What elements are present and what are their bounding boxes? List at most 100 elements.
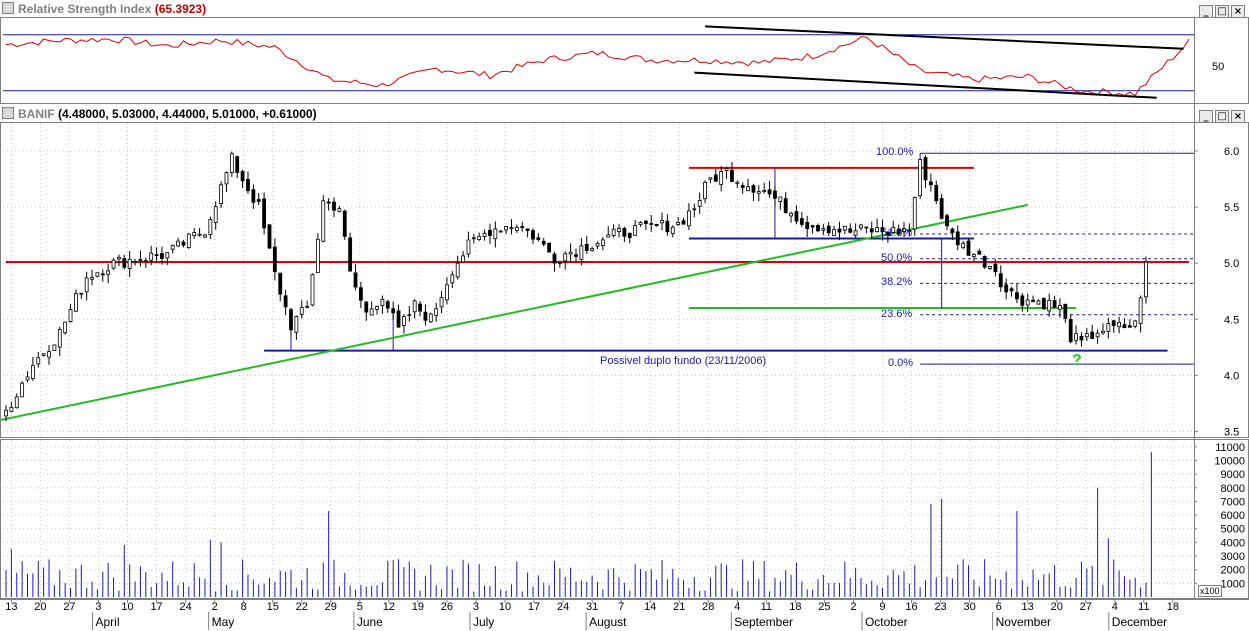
- candle-body: [665, 220, 670, 233]
- candle-body: [1111, 320, 1116, 327]
- candle-body: [1074, 333, 1078, 341]
- candle-body: [848, 228, 853, 233]
- candle-body: [235, 156, 240, 173]
- candle-body: [25, 376, 30, 381]
- x-tick-label: 9: [879, 601, 885, 613]
- candle-body: [466, 239, 471, 255]
- candle-body: [660, 219, 664, 224]
- rsi-plot: [3, 25, 1194, 99]
- x-tick-label: 6: [996, 601, 1002, 613]
- candle-body: [402, 316, 406, 326]
- month-label: April: [95, 615, 119, 629]
- price-plot: [0, 151, 1194, 422]
- x-tick-label: 23: [934, 601, 946, 613]
- candle-body: [267, 224, 272, 249]
- candle-body: [127, 258, 132, 269]
- candle-body: [348, 237, 353, 272]
- candle-body: [1095, 332, 1100, 338]
- candle-body: [219, 184, 223, 204]
- candle-body: [423, 311, 428, 321]
- candle-body: [332, 201, 336, 211]
- volume-y-label: 9000: [1221, 469, 1245, 481]
- candle-body: [63, 321, 68, 334]
- x-tick-label: 22: [296, 601, 308, 613]
- candle-body: [509, 227, 514, 230]
- candle-body: [477, 236, 482, 240]
- x-tick-label: 2: [212, 601, 218, 613]
- candle-body: [810, 225, 815, 228]
- candle-body: [708, 177, 713, 180]
- x-tick-label: 17: [150, 601, 162, 613]
- candle-body: [713, 174, 718, 182]
- candle-body: [455, 262, 460, 278]
- candle-body: [907, 229, 912, 232]
- candle-body: [176, 240, 180, 247]
- x-tick-label: 10: [499, 601, 511, 613]
- candle-body: [1068, 318, 1073, 343]
- axes: 13 20 27 3 10 17 24 2 8 15 22 29 5 12 19 26 3 10 17 24 31 7 14…: [5, 146, 1245, 630]
- month-label: October: [865, 615, 908, 629]
- candle-body: [385, 301, 390, 309]
- candle-body: [412, 300, 417, 313]
- candle-body: [972, 254, 976, 257]
- candle-body: [353, 272, 358, 288]
- candle-body: [923, 157, 928, 181]
- rsi-lower-trendline: [694, 71, 1157, 99]
- x-tick-label: 26: [441, 601, 453, 613]
- candle-body: [853, 230, 858, 236]
- candle-body: [547, 242, 552, 253]
- candle-body: [299, 307, 304, 315]
- candle-body: [703, 181, 707, 200]
- candle-body: [945, 215, 949, 227]
- candle-body: [122, 258, 127, 268]
- candle-body: [552, 253, 557, 264]
- candle-body: [611, 228, 616, 236]
- candle-body: [773, 190, 777, 199]
- month-label: September: [734, 615, 793, 629]
- rsi-line: [5, 36, 1190, 97]
- x-tick-label: 20: [34, 601, 46, 613]
- x-tick-label: 25: [818, 601, 830, 613]
- candle-body: [213, 206, 218, 223]
- candle-body: [697, 200, 702, 207]
- volume-y-label: 7000: [1221, 496, 1245, 508]
- candle-body: [1101, 330, 1105, 334]
- x-tick-label: 30: [963, 601, 975, 613]
- candle-body: [563, 253, 568, 262]
- candle-body: [52, 344, 57, 351]
- candle-body: [934, 184, 939, 202]
- x-tick-label: 2: [850, 601, 856, 613]
- candle-body: [993, 263, 998, 273]
- candle-body: [837, 228, 842, 233]
- candle-body: [380, 299, 385, 306]
- candle-body: [778, 196, 783, 202]
- volume-y-label: 3000: [1221, 551, 1245, 563]
- price-y-label: 5.0: [1224, 258, 1239, 270]
- candle-body: [1122, 324, 1127, 329]
- price-y-label: 6.0: [1224, 146, 1239, 158]
- candle-body: [256, 199, 261, 202]
- candle-body: [57, 329, 62, 348]
- candle-body: [106, 270, 111, 275]
- candle-body: [493, 228, 498, 240]
- candle-body: [961, 242, 966, 249]
- candle-body: [321, 200, 326, 242]
- candle-body: [439, 297, 444, 308]
- green-trendline: [0, 203, 1028, 422]
- volume-panel-frame: [0, 439, 1249, 599]
- chart-canvas[interactable]: 13 20 27 3 10 17 24 2 8 15 22 29 5 12 19 26 3 10 17 24 31 7 14…: [0, 0, 1249, 631]
- volume-y-label: 11000: [1215, 442, 1245, 454]
- candle-body: [746, 186, 750, 192]
- month-label: May: [212, 615, 235, 629]
- candle-body: [687, 210, 691, 227]
- x-tick-label: 5: [357, 601, 363, 613]
- x-tick-label: 13: [5, 601, 17, 613]
- x-tick-label: 3: [473, 601, 479, 613]
- candle-body: [192, 232, 197, 237]
- candle-body: [1036, 300, 1041, 305]
- candle-body: [391, 308, 396, 314]
- candle-body: [977, 250, 982, 255]
- candle-body: [783, 198, 788, 214]
- candle-body: [41, 353, 46, 356]
- x-tick-label: 27: [63, 601, 75, 613]
